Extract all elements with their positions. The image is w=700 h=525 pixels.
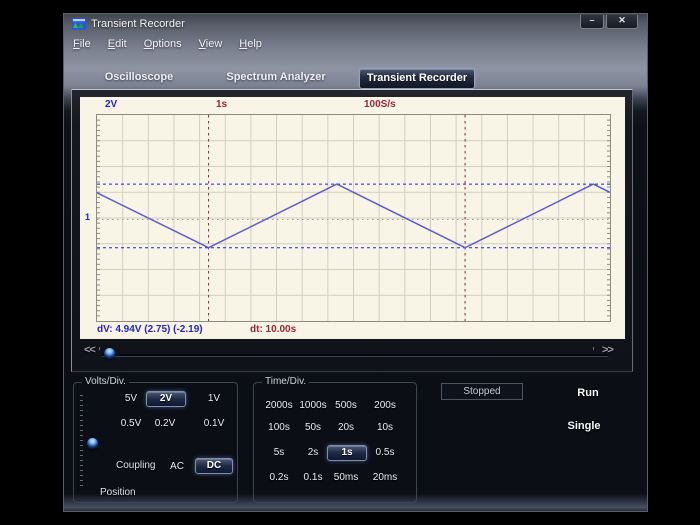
menu-options[interactable]: Options xyxy=(144,38,182,50)
volts-div-option-0.2V[interactable]: 0.2V xyxy=(141,416,189,431)
coupling-option-dc[interactable]: DC xyxy=(195,458,233,474)
run-button[interactable]: Run xyxy=(558,387,618,399)
scope-surface: 2V 1s 100S/s 1 dV: 4.94V (2.75) (-2.19) … xyxy=(80,97,625,339)
app-icon xyxy=(72,18,86,30)
time-per-div-readout: 1s xyxy=(216,99,228,110)
tab-oscilloscope[interactable]: Oscilloscope xyxy=(94,68,184,86)
scrollbar-thumb[interactable] xyxy=(104,348,115,359)
time-div-option-20ms[interactable]: 20ms xyxy=(361,470,409,485)
tab-spectrum-analyzer[interactable]: Spectrum Analyzer xyxy=(216,68,336,86)
menu-view[interactable]: View xyxy=(199,38,223,50)
single-button[interactable]: Single xyxy=(554,420,614,432)
sample-rate-readout: 100S/s xyxy=(364,99,396,110)
menu-bar: File Edit Options View Help xyxy=(73,38,262,50)
scrollbar-end-tick xyxy=(593,347,594,350)
volts-div-option-0.1V[interactable]: 0.1V xyxy=(190,416,238,431)
scrollbar-start-tick xyxy=(99,347,100,350)
delta-v-readout: dV: 4.94V (2.75) (-2.19) xyxy=(97,324,203,335)
status-badge: Stopped xyxy=(441,383,523,400)
minimize-button[interactable]: – xyxy=(580,15,604,29)
position-slider-handle[interactable] xyxy=(87,438,98,449)
scope-panel: 2V 1s 100S/s 1 dV: 4.94V (2.75) (-2.19) … xyxy=(71,89,633,372)
coupling-label: Coupling xyxy=(116,460,156,471)
app-window: Transient Recorder – ✕ File Edit Options… xyxy=(63,13,648,512)
menu-edit[interactable]: Edit xyxy=(108,38,127,50)
menu-help[interactable]: Help xyxy=(239,38,262,50)
volts-div-option-1V[interactable]: 1V xyxy=(190,391,238,406)
volts-per-div-readout: 2V xyxy=(105,99,118,110)
volts-div-title: Volts/Div. xyxy=(82,376,129,387)
menu-file[interactable]: File xyxy=(73,38,91,50)
scroll-left-button[interactable]: << xyxy=(84,344,96,356)
time-div-option-10s[interactable]: 10s xyxy=(361,420,409,435)
position-label: Position xyxy=(100,487,136,498)
waveform-display[interactable] xyxy=(96,114,611,322)
channel-1-marker: 1 xyxy=(85,212,91,222)
delta-t-readout: dt: 10.00s xyxy=(250,324,297,335)
time-div-option-200s[interactable]: 200s xyxy=(361,398,409,413)
window-title: Transient Recorder xyxy=(91,18,185,30)
volts-div-panel: Volts/Div. 5V 2V 1V 0.5V 0.2V 0.1V Coupling A… xyxy=(73,376,238,503)
position-slider-track[interactable] xyxy=(80,395,83,490)
tab-transient-recorder[interactable]: Transient Recorder xyxy=(359,68,475,89)
volts-div-option-2V[interactable]: 2V xyxy=(146,391,186,407)
coupling-option-ac[interactable]: AC xyxy=(162,459,192,474)
time-div-option-0.5s[interactable]: 0.5s xyxy=(361,445,409,460)
time-div-title: Time/Div. xyxy=(262,376,310,387)
time-div-panel: Time/Div. 2000s 1000s 500s 200s 100s 50s 20s 10… xyxy=(253,376,417,503)
close-button[interactable]: ✕ xyxy=(606,15,638,29)
title-bar[interactable]: Transient Recorder – ✕ xyxy=(64,14,647,34)
scrollbar-track[interactable] xyxy=(102,354,608,357)
